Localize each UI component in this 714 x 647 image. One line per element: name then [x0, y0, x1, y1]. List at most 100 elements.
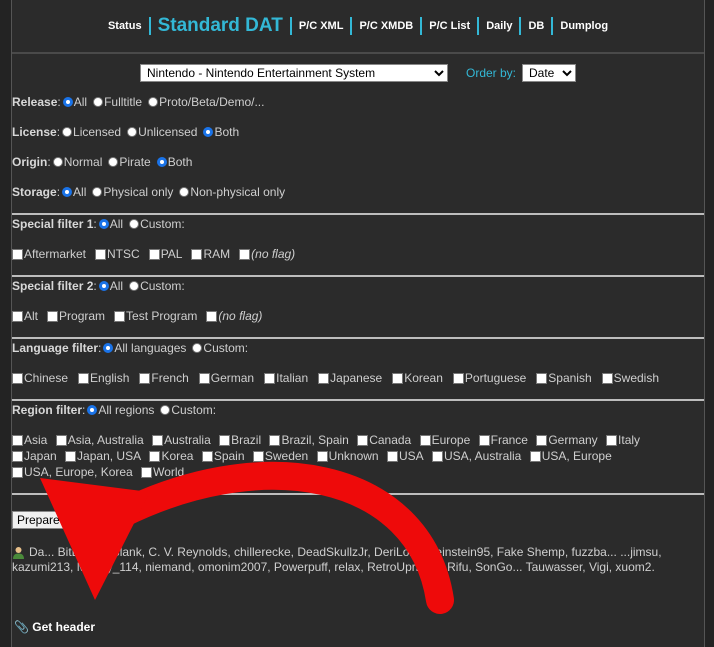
language-checkbox[interactable]: [601, 372, 613, 384]
flag-ntsc-checkbox[interactable]: [95, 248, 107, 260]
region-checkbox[interactable]: [152, 435, 164, 447]
region-checkbox[interactable]: [316, 451, 328, 463]
region-all-radio[interactable]: [87, 405, 98, 415]
region-checkbox[interactable]: [141, 467, 153, 479]
language-checkbox[interactable]: [452, 372, 464, 384]
region-checkbox[interactable]: [269, 435, 281, 447]
region-option: Unknown: [316, 449, 379, 463]
storage-row: Storage: All Physical only Non-physical …: [12, 185, 286, 199]
nav-db[interactable]: DB: [528, 20, 544, 32]
release-label: Release: [12, 95, 58, 109]
region-checkbox[interactable]: [431, 451, 443, 463]
divider: [12, 275, 704, 277]
special-filter-1-flags: Aftermarket NTSC PAL RAM (no flag): [12, 247, 299, 261]
nav-daily[interactable]: Daily: [486, 20, 512, 32]
storage-nonphysical-radio[interactable]: [179, 187, 190, 197]
region-checkbox[interactable]: [149, 451, 161, 463]
special-filter-1-label: Special filter 1: [12, 217, 94, 231]
region-option: Asia: [12, 433, 47, 447]
region-checkbox[interactable]: [55, 435, 67, 447]
special-filter-2-custom-radio[interactable]: [129, 281, 140, 291]
region-checkbox[interactable]: [219, 435, 231, 447]
nav-pc-xml[interactable]: P/C XML: [299, 20, 344, 32]
nav-pc-xmdb[interactable]: P/C XMDB: [359, 20, 413, 32]
region-checkbox[interactable]: [419, 435, 431, 447]
storage-physical-radio[interactable]: [92, 187, 103, 197]
language-checkbox[interactable]: [12, 372, 23, 384]
region-checkbox[interactable]: [357, 435, 369, 447]
system-select[interactable]: Nintendo - Nintendo Entertainment System: [139, 64, 448, 82]
release-proto-radio[interactable]: [148, 97, 159, 107]
language-custom-radio[interactable]: [192, 343, 203, 353]
nav-separator: [350, 17, 353, 35]
nav-standard-dat[interactable]: Standard DAT: [158, 15, 283, 37]
language-checkbox[interactable]: [536, 372, 548, 384]
region-checkbox[interactable]: [201, 451, 213, 463]
license-licensed-radio[interactable]: [62, 127, 73, 137]
license-both-radio[interactable]: [203, 127, 214, 137]
region-checkbox[interactable]: [536, 435, 548, 447]
region-option: USA, Europe: [529, 449, 612, 463]
release-all-radio[interactable]: [62, 97, 73, 107]
flag-alt-checkbox[interactable]: [12, 310, 23, 322]
prepare-button[interactable]: Prepare: [12, 511, 65, 529]
flag-ram-checkbox[interactable]: [191, 248, 203, 260]
region-option: Spain: [201, 449, 245, 463]
special-filter-1-custom-radio[interactable]: [129, 219, 140, 229]
language-checkbox[interactable]: [264, 372, 276, 384]
language-options: Chinese English French German Italian Ja…: [12, 371, 663, 385]
region-checkbox[interactable]: [529, 451, 541, 463]
paperclip-icon: 📎: [14, 620, 29, 634]
storage-all-radio[interactable]: [62, 187, 73, 197]
region-custom-radio[interactable]: [160, 405, 171, 415]
flag-program-checkbox[interactable]: [47, 310, 59, 322]
nav-pc-list[interactable]: P/C List: [429, 20, 470, 32]
region-option: Japan: [12, 449, 57, 463]
special-filter-2-row: Special filter 2: All Custom:: [12, 279, 185, 293]
language-checkbox[interactable]: [78, 372, 90, 384]
flag-noflag-checkbox[interactable]: [239, 248, 251, 260]
region-option: Sweden: [252, 449, 308, 463]
region-checkbox[interactable]: [252, 451, 264, 463]
region-checkbox[interactable]: [12, 435, 23, 447]
order-by-label: Order by:: [465, 66, 516, 80]
language-checkbox[interactable]: [139, 372, 151, 384]
special-filter-1-row: Special filter 1: All Custom:: [12, 217, 185, 231]
divider: [12, 213, 704, 215]
language-all-radio[interactable]: [103, 343, 114, 353]
flag-aftermarket-checkbox[interactable]: [12, 248, 23, 260]
region-checkbox[interactable]: [478, 435, 490, 447]
language-checkbox[interactable]: [392, 372, 404, 384]
nav-separator: [551, 17, 554, 35]
special-filter-2-all-radio[interactable]: [98, 281, 109, 291]
region-option: World: [141, 465, 184, 479]
main-panel: Status Standard DAT P/C XML P/C XMDB P/C…: [11, 0, 705, 647]
language-checkbox[interactable]: [318, 372, 330, 384]
divider: [12, 399, 704, 401]
nav-dumplog[interactable]: Dumplog: [560, 20, 608, 32]
special-filter-1-all-radio[interactable]: [98, 219, 109, 229]
flag-pal-checkbox[interactable]: [148, 248, 160, 260]
nav-status[interactable]: Status: [108, 20, 142, 32]
get-header-link[interactable]: 📎 Get header: [14, 620, 95, 634]
origin-both-radio[interactable]: [156, 157, 167, 167]
region-checkbox[interactable]: [12, 451, 23, 463]
license-row: License: Licensed Unlicensed Both: [12, 125, 240, 139]
credits: Da... BitLooter, Blank, C. V. Reynolds, …: [12, 545, 692, 575]
origin-pirate-radio[interactable]: [108, 157, 119, 167]
region-checkbox[interactable]: [606, 435, 618, 447]
flag-test-program-checkbox[interactable]: [114, 310, 126, 322]
user-icon: [13, 547, 24, 560]
language-checkbox[interactable]: [198, 372, 210, 384]
origin-normal-radio[interactable]: [52, 157, 63, 167]
region-checkbox[interactable]: [12, 467, 23, 479]
region-option: Italy: [606, 433, 640, 447]
region-checkbox[interactable]: [65, 451, 77, 463]
language-filter-row: Language filter: All languages Custom:: [12, 341, 249, 355]
license-unlicensed-radio[interactable]: [127, 127, 138, 137]
region-option: Asia, Australia: [55, 433, 144, 447]
order-by-select[interactable]: Date: [522, 64, 576, 82]
release-fulltitle-radio[interactable]: [93, 97, 104, 107]
flag-noflag-2-checkbox[interactable]: [206, 310, 218, 322]
region-checkbox[interactable]: [386, 451, 398, 463]
